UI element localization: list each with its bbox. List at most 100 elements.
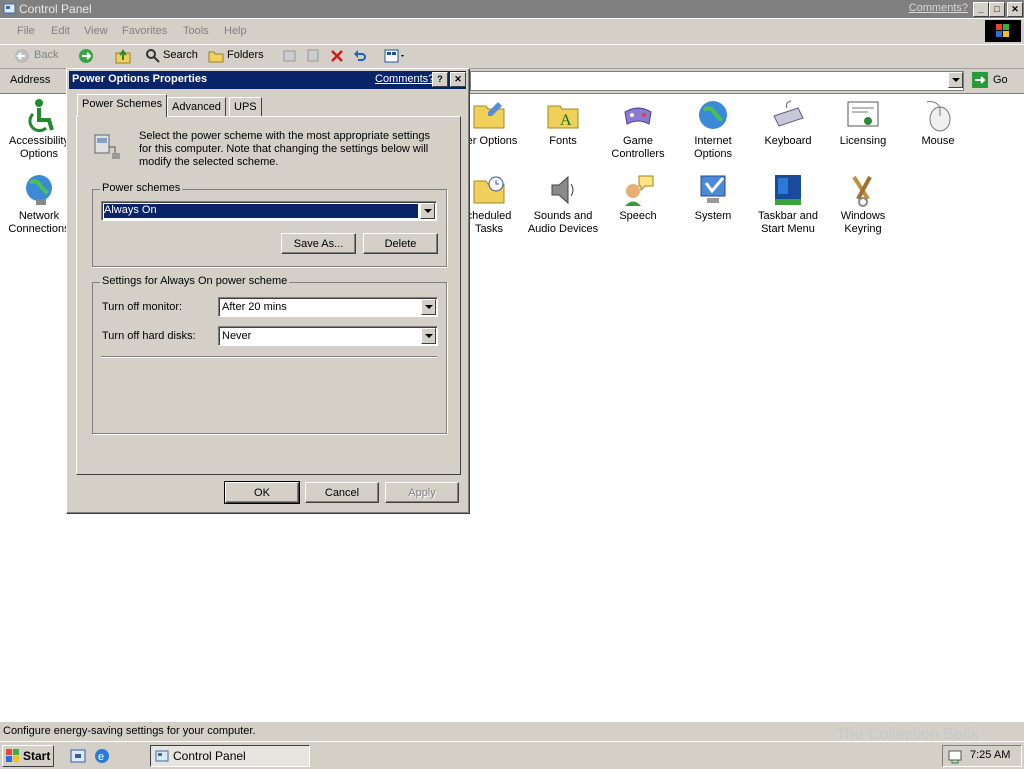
power-plug-icon <box>94 134 120 159</box>
cp-item-speech[interactable]: Speech <box>602 173 674 223</box>
undo-icon[interactable] <box>352 48 368 64</box>
copy-to-icon[interactable] <box>305 48 321 64</box>
monitor-timeout-select[interactable]: After 20 mins <box>218 297 438 317</box>
power-scheme-value: Always On <box>103 203 419 219</box>
fonts-folder-icon: A <box>546 98 580 132</box>
menubar: File Edit View Favorites Tools Help <box>0 19 1024 45</box>
address-label: Address <box>10 74 51 86</box>
power-schemes-group: Power schemes Always On Save As... Delet… <box>92 182 447 267</box>
windows-logo-icon <box>985 20 1021 42</box>
delete-button[interactable]: Delete <box>363 233 438 254</box>
cp-item-accessibility[interactable]: Accessibility Options <box>3 98 75 161</box>
accessibility-icon <box>22 98 56 133</box>
dialog-comments-link[interactable]: Comments? <box>375 73 434 85</box>
power-scheme-select[interactable]: Always On <box>101 201 437 221</box>
hard-disks-dropdown-button[interactable] <box>421 328 436 344</box>
certificate-icon <box>846 98 880 132</box>
power-tray-icon[interactable] <box>947 748 963 764</box>
power-scheme-dropdown-button[interactable] <box>420 203 435 219</box>
delete-icon[interactable] <box>329 48 345 64</box>
scheduled-tasks-icon <box>472 173 506 207</box>
cp-item-network-connections[interactable]: Network Connections <box>3 173 75 236</box>
network-icon <box>22 173 56 207</box>
search-button[interactable]: Search <box>163 49 198 61</box>
control-panel-icon <box>3 3 16 14</box>
address-input[interactable] <box>470 71 964 91</box>
svg-text:A: A <box>560 112 572 129</box>
up-folder-icon[interactable] <box>115 48 131 64</box>
monitor-label: Turn off monitor: <box>102 301 183 313</box>
gamepad-icon <box>621 98 655 132</box>
monitor-dropdown-button[interactable] <box>421 299 436 315</box>
watermark-text: The Collection Book <box>836 726 980 743</box>
taskbar-button-control-panel[interactable]: Control Panel <box>150 745 310 767</box>
folder-options-icon <box>472 98 506 132</box>
menu-edit[interactable]: Edit <box>51 25 70 37</box>
go-button[interactable]: Go <box>993 74 1008 86</box>
cp-item-fonts[interactable]: A Fonts <box>527 98 599 148</box>
keyring-icon <box>846 173 880 207</box>
taskbar-icon <box>771 173 805 207</box>
cp-item-keyboard[interactable]: Keyboard <box>752 98 824 148</box>
system-icon <box>696 173 730 207</box>
tab-advanced[interactable]: Advanced <box>167 97 226 117</box>
menu-tools[interactable]: Tools <box>183 25 209 37</box>
back-arrow-icon[interactable] <box>14 48 30 64</box>
system-tray: 7:25 AM <box>942 745 1022 767</box>
maximize-button[interactable]: □ <box>989 2 1005 17</box>
cp-item-game-controllers[interactable]: Game Controllers <box>602 98 674 161</box>
intro-text: Select the power scheme with the most ap… <box>139 130 431 168</box>
views-icon[interactable] <box>384 48 408 64</box>
dialog-title: Power Options Properties <box>72 73 208 85</box>
hard-disks-label: Turn off hard disks: <box>102 330 196 342</box>
forward-arrow-icon[interactable] <box>78 48 94 64</box>
scheme-settings-label: Settings for Always On power scheme <box>100 275 290 287</box>
tab-power-schemes[interactable]: Power Schemes <box>77 94 168 117</box>
cp-item-sounds[interactable]: Sounds and Audio Devices <box>527 173 599 236</box>
dialog-titlebar[interactable]: Power Options Properties Comments? ? ✕ <box>69 71 466 89</box>
start-button[interactable]: Start <box>2 745 54 767</box>
apply-button[interactable]: Apply <box>385 482 459 503</box>
dialog-close-button[interactable]: ✕ <box>450 72 466 87</box>
speaker-icon <box>546 173 580 207</box>
menu-favorites[interactable]: Favorites <box>122 25 167 37</box>
status-text: Configure energy-saving settings for you… <box>3 725 256 737</box>
cancel-button[interactable]: Cancel <box>305 482 379 503</box>
hard-disks-timeout-select[interactable]: Never <box>218 326 438 346</box>
move-to-icon[interactable] <box>282 48 298 64</box>
toolbar: Back Search Folders <box>0 45 1024 69</box>
cp-item-internet-options[interactable]: Internet Options <box>677 98 749 161</box>
help-button[interactable]: ? <box>432 72 448 87</box>
folders-icon[interactable] <box>208 48 224 64</box>
windows-flag-icon <box>6 749 19 762</box>
internet-explorer-icon[interactable]: e <box>94 748 110 764</box>
cp-item-taskbar[interactable]: Taskbar and Start Menu <box>752 173 824 236</box>
mouse-icon <box>921 98 955 132</box>
cp-item-licensing[interactable]: Licensing <box>827 98 899 148</box>
address-dropdown-button[interactable] <box>948 72 963 88</box>
close-button[interactable]: ✕ <box>1007 2 1023 17</box>
globe-icon <box>696 98 730 132</box>
menu-file[interactable]: File <box>17 25 35 37</box>
window-title: Control Panel <box>19 2 92 16</box>
folders-button[interactable]: Folders <box>227 49 264 61</box>
cp-item-windows-keyring[interactable]: Windows Keyring <box>827 173 899 236</box>
go-arrow-icon[interactable] <box>972 72 988 88</box>
keyboard-icon <box>771 98 805 132</box>
menu-help[interactable]: Help <box>224 25 247 37</box>
cp-item-system[interactable]: System <box>677 173 749 223</box>
back-button[interactable]: Back <box>34 49 58 61</box>
clock: 7:25 AM <box>970 749 1011 761</box>
tab-ups[interactable]: UPS <box>229 97 262 117</box>
ok-button[interactable]: OK <box>224 481 300 504</box>
power-options-dialog: Power Options Properties Comments? ? ✕ P… <box>66 68 470 514</box>
show-desktop-icon[interactable] <box>70 748 86 764</box>
menu-view[interactable]: View <box>84 25 108 37</box>
search-icon[interactable] <box>145 48 161 64</box>
save-as-button[interactable]: Save As... <box>281 233 356 254</box>
window-titlebar[interactable]: Control Panel Comments? _ □ ✕ <box>0 0 1024 18</box>
monitor-timeout-value: After 20 mins <box>222 301 287 313</box>
cp-item-mouse[interactable]: Mouse <box>902 98 974 148</box>
minimize-button[interactable]: _ <box>973 2 989 17</box>
comments-link[interactable]: Comments? <box>909 2 968 14</box>
